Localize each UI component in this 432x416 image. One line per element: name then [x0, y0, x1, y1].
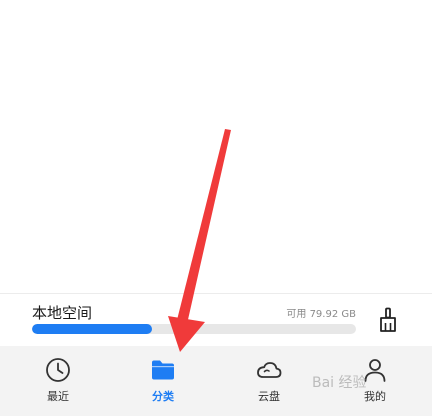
storage-title: 本地空间: [32, 304, 93, 322]
tab-recent-label: 最近: [47, 390, 69, 403]
clock-icon: [46, 358, 70, 382]
clean-storage-button[interactable]: [373, 304, 403, 336]
broom-icon: [380, 307, 396, 332]
tab-recent[interactable]: 最近: [28, 346, 88, 416]
tab-cloud-drive[interactable]: 云盘: [239, 346, 299, 416]
tab-categories[interactable]: 分类: [133, 346, 193, 416]
storage-free-space: 可用 79.92 GB: [286, 309, 356, 320]
storage-usage-bar: [32, 324, 356, 334]
watermark-text: Bai 经验: [312, 375, 367, 391]
storage-usage-fill: [32, 324, 152, 334]
local-storage-panel[interactable]: 本地空间 可用 79.92 GB: [0, 294, 432, 346]
bottom-tab-bar: 最近 分类 云盘 我的: [0, 346, 432, 416]
folder-icon: [152, 360, 174, 380]
file-list-area: [0, 0, 432, 293]
tab-categories-label: 分类: [152, 390, 174, 403]
cloud-icon: [257, 362, 282, 378]
tab-cloud-drive-label: 云盘: [258, 390, 280, 403]
